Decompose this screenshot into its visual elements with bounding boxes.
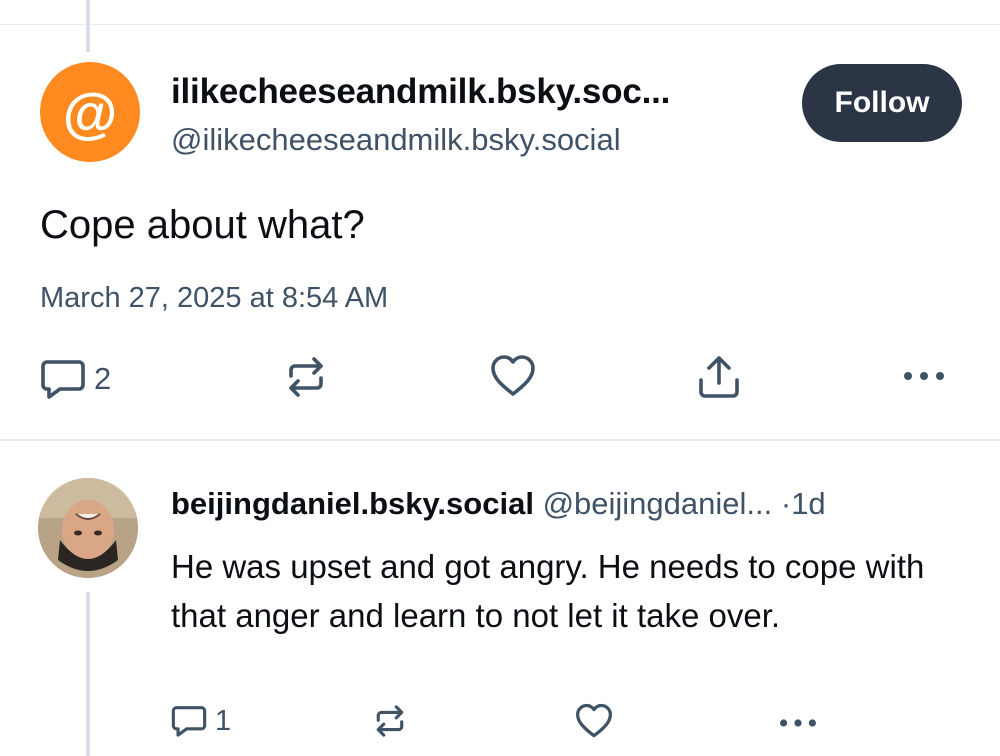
reply-age: 1d xyxy=(791,486,826,521)
more-icon xyxy=(904,372,944,380)
author-handle[interactable]: @ilikecheeseandmilk.bsky.social xyxy=(171,122,621,158)
post-timestamp: March 27, 2025 at 8:54 AM xyxy=(40,282,389,314)
reply-reply-count: 1 xyxy=(215,704,232,737)
reply-count: 2 xyxy=(94,361,112,396)
reply-author-name[interactable]: beijingdaniel.bsky.social xyxy=(171,486,534,521)
reply-repost-button[interactable] xyxy=(372,704,408,738)
thread-line-parent xyxy=(86,0,90,52)
reply-author-handle[interactable]: @beijingdaniel... xyxy=(543,486,773,521)
at-sign-icon: @ xyxy=(62,80,118,144)
person-photo-icon xyxy=(38,478,138,578)
reply-separator: · xyxy=(780,486,792,521)
like-button[interactable] xyxy=(490,354,536,398)
reply-reply-button[interactable]: 1 xyxy=(171,704,231,738)
reply-button[interactable]: 2 xyxy=(40,358,111,400)
author-display-name[interactable]: ilikecheeseandmilk.bsky.soc... xyxy=(171,72,670,112)
repost-icon xyxy=(376,705,404,737)
reply-text: He was upset and got angry. He needs to … xyxy=(171,548,925,634)
thread-line-reply xyxy=(86,592,90,756)
like-icon xyxy=(491,355,535,396)
reply-more-options-button[interactable] xyxy=(776,714,820,732)
follow-button[interactable]: Follow xyxy=(802,64,962,142)
reply-header: beijingdaniel.bsky.social @beijingdaniel… xyxy=(171,486,826,522)
repost-button[interactable] xyxy=(283,356,329,398)
reply-like-button[interactable] xyxy=(575,703,613,739)
top-divider xyxy=(0,24,1000,25)
more-icon xyxy=(780,719,816,727)
more-options-button[interactable] xyxy=(902,366,946,386)
reply-icon xyxy=(171,706,207,737)
repost-icon xyxy=(289,357,323,397)
share-button[interactable] xyxy=(696,354,742,400)
post-text: Cope about what? xyxy=(40,203,365,247)
avatar[interactable]: @ xyxy=(40,62,140,162)
section-divider xyxy=(0,439,1000,441)
share-icon xyxy=(699,356,739,398)
reply-avatar[interactable] xyxy=(38,478,138,578)
reply-icon xyxy=(41,360,85,399)
like-icon xyxy=(576,703,612,738)
